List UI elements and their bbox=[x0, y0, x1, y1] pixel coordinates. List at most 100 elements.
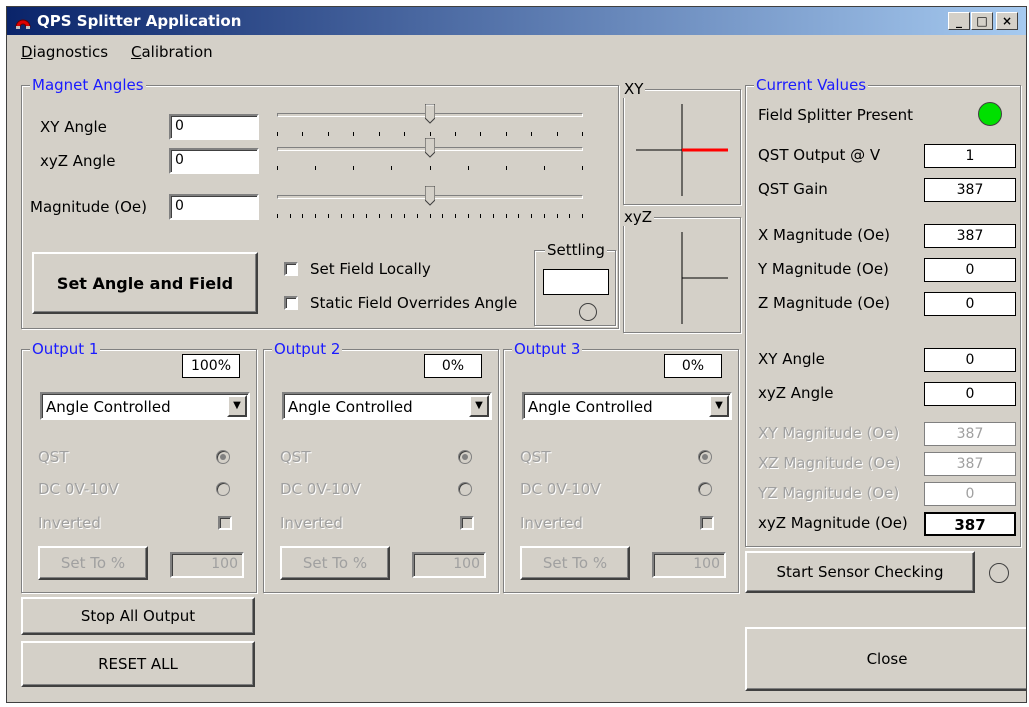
slider-tick bbox=[302, 214, 303, 218]
cv-xyz-angle-value: 0 bbox=[924, 382, 1016, 406]
slider-tick bbox=[379, 132, 380, 136]
cv-z-magnitude-label: Z Magnitude (Oe) bbox=[758, 294, 891, 312]
window-title: QPS Splitter Application bbox=[37, 12, 242, 30]
output-mode-select[interactable]: Angle Controlled ▼ bbox=[282, 392, 492, 420]
slider-tick bbox=[366, 214, 367, 218]
slider-tick bbox=[430, 214, 431, 218]
slider-tick bbox=[430, 166, 431, 170]
slider-tick bbox=[480, 132, 481, 136]
cv-qst-output-label: QST Output @ V bbox=[758, 146, 881, 164]
qst-radio[interactable] bbox=[698, 450, 712, 464]
cv-yz-magnitude-value: 0 bbox=[924, 482, 1016, 506]
menu-diagnostics[interactable]: Diagnostics bbox=[21, 43, 108, 61]
dc-radio[interactable] bbox=[698, 482, 712, 496]
slider-tick bbox=[341, 214, 342, 218]
magnitude-slider-ticks bbox=[277, 214, 583, 219]
output-value-input[interactable]: 100 bbox=[170, 552, 244, 578]
magnet-angles-legend: Magnet Angles bbox=[30, 76, 146, 94]
xyz-slider-thumb[interactable] bbox=[425, 138, 435, 158]
inverted-checkbox[interactable] bbox=[700, 516, 714, 530]
output-value-input[interactable]: 100 bbox=[412, 552, 486, 578]
slider-tick bbox=[353, 132, 354, 136]
slider-tick bbox=[493, 214, 494, 218]
set-field-locally-checkbox[interactable] bbox=[284, 262, 298, 276]
cv-xy-angle-label: XY Angle bbox=[758, 350, 825, 368]
xy-angle-input[interactable]: 0 bbox=[169, 114, 259, 140]
set-angle-and-field-button[interactable]: Set Angle and Field bbox=[32, 252, 258, 314]
xy-plot bbox=[636, 104, 728, 196]
cv-y-magnitude-value: 0 bbox=[924, 258, 1016, 282]
xyz-plot-legend: xyZ bbox=[622, 208, 655, 226]
dc-label: DC 0V-10V bbox=[38, 480, 119, 498]
chevron-down-icon[interactable]: ▼ bbox=[709, 395, 729, 417]
slider-tick bbox=[480, 214, 481, 218]
cv-xz-magnitude-value: 387 bbox=[924, 452, 1016, 476]
menu-calibration[interactable]: Calibration bbox=[131, 43, 213, 61]
stop-all-output-button[interactable]: Stop All Output bbox=[21, 597, 255, 635]
slider-tick bbox=[506, 166, 507, 170]
output-mode-select[interactable]: Angle Controlled ▼ bbox=[40, 392, 250, 420]
slider-tick bbox=[290, 214, 291, 218]
current-values-group: Current Values Field Splitter Present QS… bbox=[745, 76, 1021, 547]
chevron-down-icon[interactable]: ▼ bbox=[469, 395, 489, 417]
reset-all-button[interactable]: RESET ALL bbox=[21, 641, 255, 687]
dc-radio[interactable] bbox=[216, 482, 230, 496]
slider-tick bbox=[430, 132, 431, 136]
slider-tick bbox=[277, 214, 278, 218]
cv-xyz-angle-label: xyZ Angle bbox=[758, 384, 834, 402]
output-legend: Output 3 bbox=[512, 340, 583, 358]
field-splitter-indicator bbox=[978, 102, 1002, 126]
xy-plot-group: XY bbox=[622, 80, 741, 205]
inverted-checkbox[interactable] bbox=[218, 516, 232, 530]
inverted-checkbox[interactable] bbox=[460, 516, 474, 530]
set-to-percent-button[interactable]: Set To % bbox=[280, 546, 390, 580]
magnitude-label: Magnitude (Oe) bbox=[30, 198, 147, 216]
output-mode-select[interactable]: Angle Controlled ▼ bbox=[522, 392, 732, 420]
set-field-locally-label: Set Field Locally bbox=[310, 260, 431, 278]
qst-label: QST bbox=[38, 448, 69, 466]
slider-tick bbox=[404, 214, 405, 218]
settling-value bbox=[543, 269, 609, 295]
qst-radio[interactable] bbox=[458, 450, 472, 464]
maximize-button[interactable]: □ bbox=[971, 12, 993, 30]
output-percent: 100% bbox=[182, 354, 240, 378]
output-2-group: Output 2 0% Angle Controlled ▼ QST DC 0V-10V I… bbox=[263, 340, 499, 593]
magnet-angles-group: Magnet Angles XY Angle 0 xyZ Angle 0 Mag… bbox=[21, 76, 619, 329]
static-override-label: Static Field Overrides Angle bbox=[310, 294, 518, 312]
cv-y-magnitude-label: Y Magnitude (Oe) bbox=[758, 260, 889, 278]
output-mode-value: Angle Controlled bbox=[528, 398, 653, 416]
xyz-angle-slider[interactable] bbox=[277, 138, 583, 182]
output-value-input[interactable]: 100 bbox=[652, 552, 726, 578]
inverted-label: Inverted bbox=[280, 514, 343, 532]
slider-tick bbox=[544, 214, 545, 218]
chevron-down-icon[interactable]: ▼ bbox=[227, 395, 247, 417]
qst-radio[interactable] bbox=[216, 450, 230, 464]
cv-qst-output-value: 1 bbox=[924, 144, 1016, 168]
magnitude-slider-thumb[interactable] bbox=[425, 186, 435, 206]
slider-tick bbox=[328, 214, 329, 218]
slider-tick bbox=[531, 214, 532, 218]
xy-slider-thumb[interactable] bbox=[425, 104, 435, 124]
magnitude-input[interactable]: 0 bbox=[169, 194, 259, 220]
title-bar[interactable]: QPS Splitter Application _ □ × bbox=[7, 7, 1026, 35]
set-to-percent-button[interactable]: Set To % bbox=[38, 546, 148, 580]
output-1-group: Output 1 100% Angle Controlled ▼ QST DC 0V-10… bbox=[21, 340, 257, 593]
slider-tick bbox=[582, 166, 583, 170]
cv-xyz-magnitude-label: xyZ Magnitude (Oe) bbox=[758, 514, 908, 532]
slider-tick bbox=[582, 214, 583, 218]
slider-tick bbox=[531, 132, 532, 136]
dc-radio[interactable] bbox=[458, 482, 472, 496]
dc-label: DC 0V-10V bbox=[520, 480, 601, 498]
cv-x-magnitude-value: 387 bbox=[924, 224, 1016, 248]
close-button[interactable]: Close bbox=[745, 627, 1026, 691]
static-override-checkbox[interactable] bbox=[284, 296, 298, 310]
xyz-angle-input[interactable]: 0 bbox=[169, 148, 259, 174]
magnitude-slider[interactable] bbox=[277, 186, 583, 230]
output-legend: Output 1 bbox=[30, 340, 101, 358]
minimize-button[interactable]: _ bbox=[948, 12, 970, 30]
set-to-percent-button[interactable]: Set To % bbox=[520, 546, 630, 580]
close-window-button[interactable]: × bbox=[996, 12, 1018, 30]
cv-z-magnitude-value: 0 bbox=[924, 292, 1016, 316]
start-sensor-checking-button[interactable]: Start Sensor Checking bbox=[745, 551, 975, 593]
sensor-checking-indicator bbox=[989, 563, 1009, 583]
